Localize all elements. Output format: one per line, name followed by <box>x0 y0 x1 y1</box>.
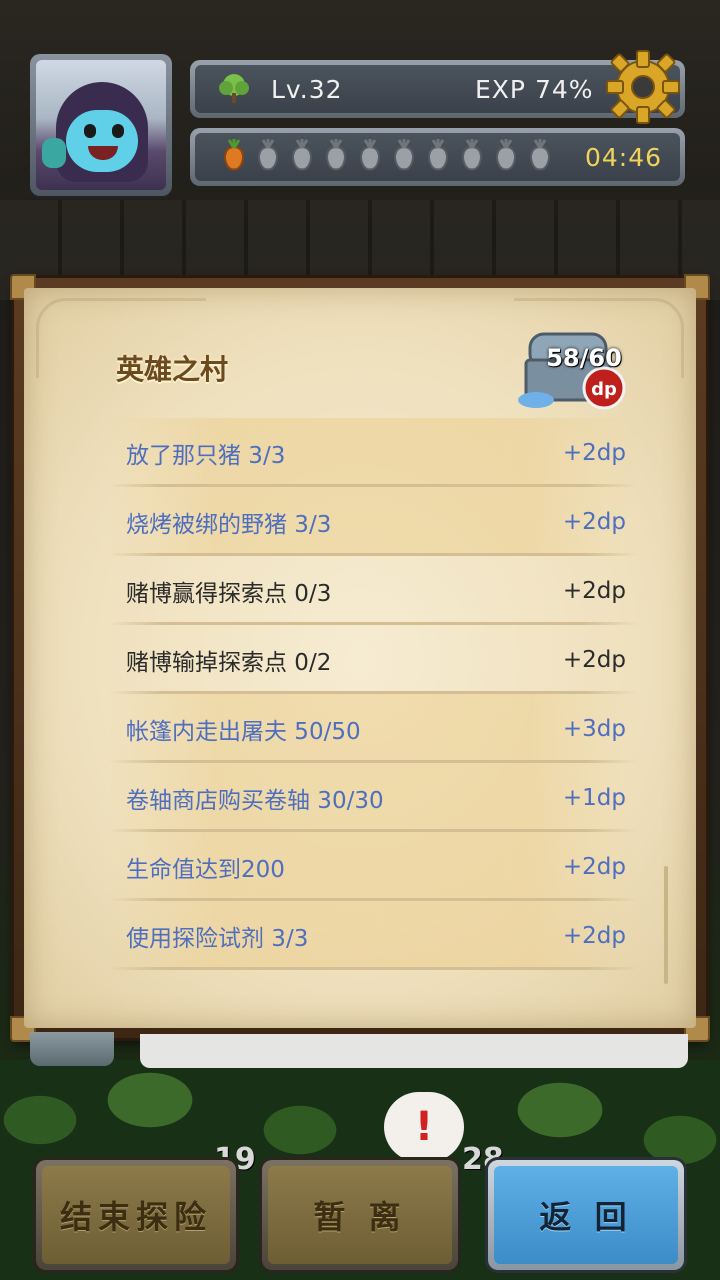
empty-carrot-icon <box>360 139 380 171</box>
potion-icon <box>42 138 66 168</box>
settings-gear-icon[interactable] <box>604 48 682 126</box>
panel-title: 英雄之村 <box>116 353 229 386</box>
dp-count: 58/60 <box>546 344 622 372</box>
back-button[interactable]: 返 回 <box>488 1160 684 1270</box>
quest-row: 赌博输掉探索点 0/2 +2dp <box>108 625 638 694</box>
quest-reward: +1dp <box>562 784 626 811</box>
stamina-timer: 04:46 <box>584 143 662 172</box>
quest-label: 放了那只猪 3/3 <box>126 442 286 469</box>
quest-row: 卷轴商店购买卷轴 30/30 +1dp <box>108 763 638 832</box>
quest-reward: +3dp <box>562 715 626 742</box>
quest-reward: +2dp <box>562 577 626 604</box>
quest-row: 烧烤被绑的野猪 3/3 +2dp <box>108 487 638 556</box>
quest-reward: +2dp <box>562 922 626 949</box>
scrollbar[interactable] <box>664 866 668 984</box>
quest-row: 赌博赢得探索点 0/3 +2dp <box>108 556 638 625</box>
quest-label: 赌博输掉探索点 0/2 <box>126 649 332 676</box>
quest-row: 帐篷内走出屠夫 50/50 +3dp <box>108 694 638 763</box>
stamina-pips <box>219 139 555 173</box>
stamina-bar: 04:46 <box>190 128 685 186</box>
exp-label: EXP 74% <box>475 75 594 104</box>
quest-label: 赌博赢得探索点 0/3 <box>126 580 332 607</box>
empty-carrot-icon <box>496 139 516 171</box>
carrot-icon <box>224 139 244 171</box>
quest-reward: +2dp <box>562 508 626 535</box>
quest-reward: +2dp <box>562 853 626 880</box>
quest-row: 生命值达到200 +2dp <box>108 832 638 901</box>
exclamation-icon: ! <box>414 1104 434 1150</box>
parchment: 英雄之村 dp 58/60 放了那只猪 3/3 +2dp 烧烤被绑的野猪 3/3 +2… <box>24 288 696 1028</box>
empty-carrot-icon <box>462 139 482 171</box>
quest-label: 烧烤被绑的野猪 3/3 <box>126 511 332 538</box>
empty-carrot-icon <box>326 139 346 171</box>
quest-list: 放了那只猪 3/3 +2dp 烧烤被绑的野猪 3/3 +2dp 赌博赢得探索点 0/3 +… <box>108 418 638 970</box>
alert-bubble[interactable]: ! <box>384 1092 464 1162</box>
quest-reward: +2dp <box>562 646 626 673</box>
quest-label: 生命值达到200 <box>126 856 285 883</box>
empty-carrot-icon <box>292 139 312 171</box>
quest-reward: +2dp <box>562 439 626 466</box>
quest-label: 帐篷内走出屠夫 50/50 <box>126 718 361 745</box>
quest-label: 卷轴商店购买卷轴 30/30 <box>126 787 384 814</box>
quest-label: 使用探险试剂 3/3 <box>126 925 309 952</box>
empty-carrot-icon <box>428 139 448 171</box>
quest-row: 使用探险试剂 3/3 +2dp <box>108 901 638 970</box>
chat-strip[interactable] <box>140 1034 688 1068</box>
avatar-portrait <box>36 60 166 190</box>
svg-text:dp: dp <box>591 379 617 400</box>
empty-carrot-icon <box>258 139 278 171</box>
empty-carrot-icon <box>530 139 550 171</box>
tree-icon <box>219 74 249 103</box>
quest-panel: 英雄之村 dp 58/60 放了那只猪 3/3 +2dp 烧烤被绑的野猪 3/3 +2… <box>10 274 710 1042</box>
end-exploration-button[interactable]: 结束探险 <box>36 1160 236 1270</box>
pause-button[interactable]: 暂 离 <box>262 1160 458 1270</box>
empty-carrot-icon <box>394 139 414 171</box>
chat-log-icon[interactable] <box>30 1032 114 1066</box>
player-avatar[interactable] <box>30 54 172 196</box>
level-label: Lv.32 <box>271 75 343 104</box>
quest-row: 放了那只猪 3/3 +2dp <box>108 418 638 487</box>
